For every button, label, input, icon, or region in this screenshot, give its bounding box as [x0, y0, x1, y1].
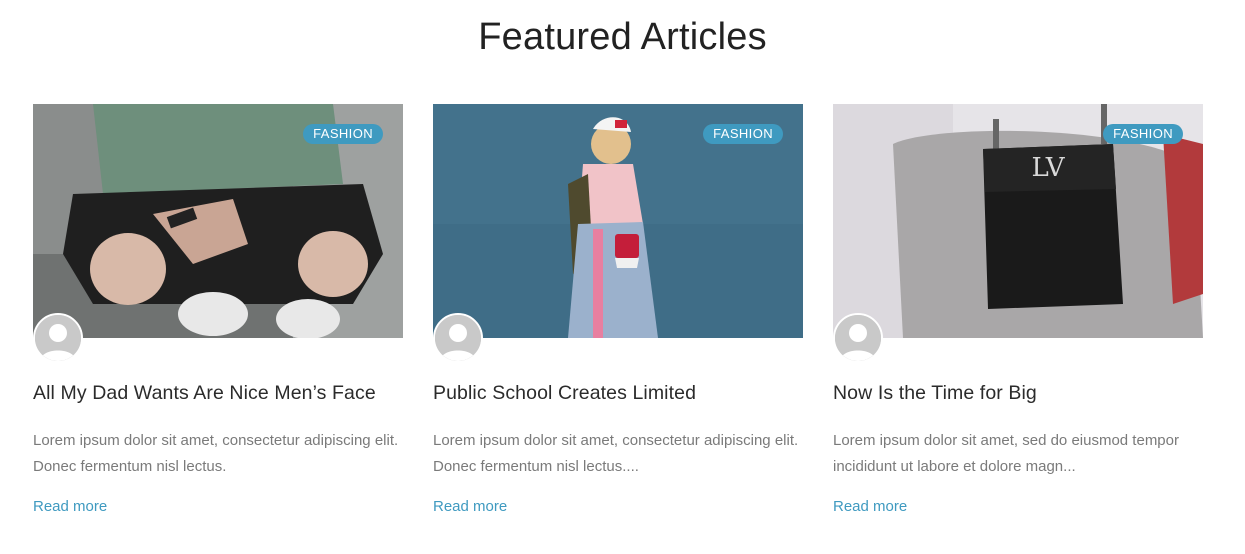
category-badge[interactable]: FASHION [1103, 124, 1183, 144]
user-avatar-icon [35, 315, 81, 361]
article-thumbnail[interactable]: FASHION [33, 104, 403, 338]
article-card: LV FASHION Now Is the Time for Big Lorem… [833, 104, 1203, 515]
article-excerpt: Lorem ipsum dolor sit amet, consectetur … [33, 432, 399, 475]
section-title: Featured Articles [478, 16, 767, 58]
read-more-link[interactable]: Read more [33, 498, 107, 515]
author-avatar[interactable] [433, 313, 483, 363]
article-card: FASHION All My Dad Wants Are Nice Men’s … [33, 104, 403, 515]
author-avatar[interactable] [833, 313, 883, 363]
read-more-link[interactable]: Read more [833, 498, 907, 515]
article-thumbnail[interactable]: FASHION [433, 104, 803, 338]
category-badge[interactable]: FASHION [703, 124, 783, 144]
svg-text:LV: LV [1032, 153, 1066, 183]
author-avatar[interactable] [33, 313, 83, 363]
read-more-link[interactable]: Read more [433, 498, 507, 515]
user-avatar-icon [835, 315, 881, 361]
article-excerpt: Lorem ipsum dolor sit amet, sed do eiusm… [833, 432, 1179, 475]
article-card: FASHION Public School Creates Limited Lo… [433, 104, 803, 515]
user-avatar-icon [435, 315, 481, 361]
article-excerpt: Lorem ipsum dolor sit amet, consectetur … [433, 432, 799, 475]
article-title[interactable]: Now Is the Time for Big [833, 382, 1203, 405]
article-title[interactable]: Public School Creates Limited [433, 382, 803, 405]
category-badge[interactable]: FASHION [303, 124, 383, 144]
article-thumbnail[interactable]: LV FASHION [833, 104, 1203, 338]
article-title[interactable]: All My Dad Wants Are Nice Men’s Face [33, 382, 403, 405]
